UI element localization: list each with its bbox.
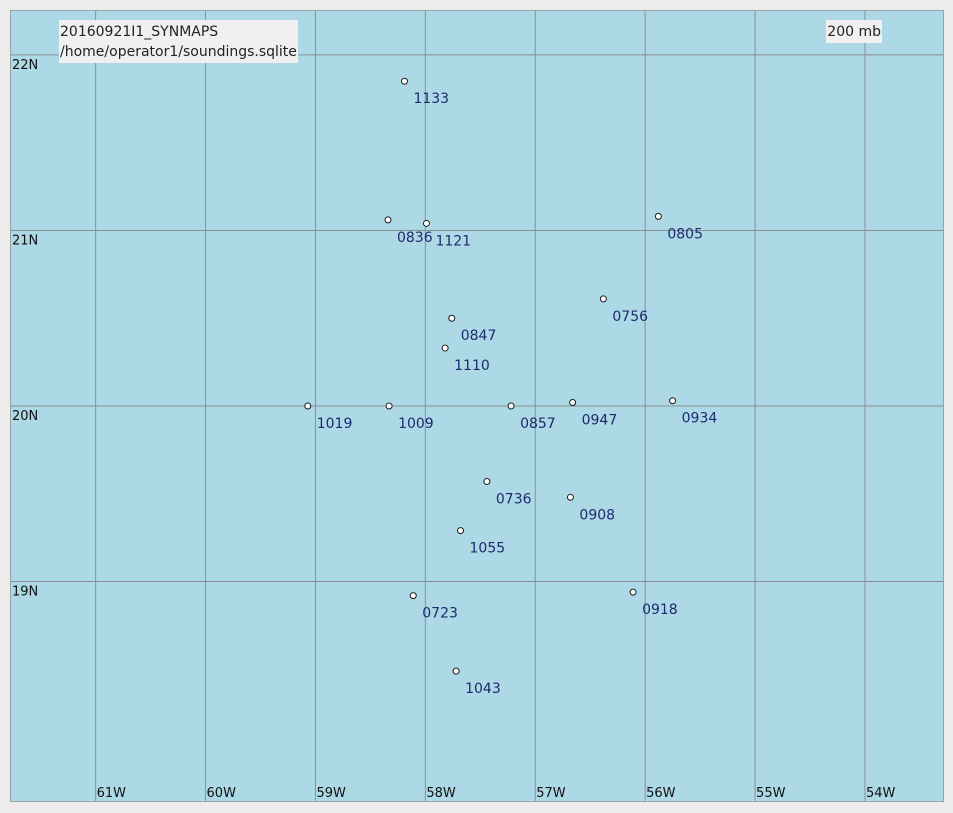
station-marker-0857[interactable]	[507, 402, 515, 410]
station-marker-1121[interactable]	[422, 219, 430, 227]
station-marker-0756[interactable]	[599, 295, 607, 303]
station-label-1055: 1055	[470, 541, 506, 557]
station-label-0723: 0723	[422, 606, 458, 622]
station-label-0847: 0847	[461, 328, 497, 344]
longitude-label: 57W	[536, 786, 566, 801]
station-label-0908: 0908	[579, 507, 615, 523]
station-marker-0723[interactable]	[409, 592, 417, 600]
longitude-label: 54W	[866, 786, 896, 801]
station-marker-1055[interactable]	[457, 527, 465, 535]
station-marker-0947[interactable]	[569, 398, 577, 406]
latitude-label: 22N	[12, 58, 38, 73]
station-marker-0805[interactable]	[654, 212, 662, 220]
station-label-1043: 1043	[465, 681, 501, 697]
station-marker-1019[interactable]	[304, 402, 312, 410]
station-label-1110: 1110	[454, 358, 490, 374]
pressure-level-label: 200 mb	[826, 20, 882, 43]
station-marker-1133[interactable]	[400, 77, 408, 85]
station-label-0756: 0756	[612, 309, 648, 325]
longitude-label: 55W	[756, 786, 786, 801]
longitude-label: 56W	[646, 786, 676, 801]
station-marker-0934[interactable]	[669, 397, 677, 405]
station-label-0934: 0934	[682, 411, 718, 427]
station-label-0947: 0947	[582, 412, 618, 428]
station-label-1121: 1121	[435, 233, 471, 249]
station-marker-1043[interactable]	[452, 667, 460, 675]
station-label-0805: 0805	[667, 226, 703, 242]
station-marker-1110[interactable]	[441, 344, 449, 352]
station-label-0857: 0857	[520, 416, 556, 432]
longitude-label: 61W	[97, 786, 127, 801]
station-label-1019: 1019	[317, 416, 353, 432]
station-marker-1009[interactable]	[385, 402, 393, 410]
mission-name: 20160921I1_SYNMAPS	[60, 24, 219, 40]
station-label-1133: 1133	[413, 91, 449, 107]
longitude-label: 60W	[207, 786, 237, 801]
longitude-label: 58W	[426, 786, 456, 801]
latitude-label: 21N	[12, 233, 38, 248]
station-label-0736: 0736	[496, 491, 532, 507]
station-layer[interactable]: 1133 0836 1121 0805 0756 0847 1110 1019 1009 0857…	[304, 77, 718, 697]
station-label-1009: 1009	[398, 416, 434, 432]
latitude-label: 19N	[12, 585, 38, 600]
station-label-0918: 0918	[642, 602, 678, 618]
station-marker-0836[interactable]	[384, 216, 392, 224]
station-marker-0736[interactable]	[483, 477, 491, 485]
station-marker-0908[interactable]	[566, 493, 574, 501]
station-marker-0847[interactable]	[448, 314, 456, 322]
station-label-0836: 0836	[397, 230, 433, 246]
station-marker-0918[interactable]	[629, 588, 637, 596]
longitude-label: 59W	[316, 786, 346, 801]
graticule-labels: 61W 60W 59W 58W 57W 56W 55W 54W 22N 21N 20N 19N	[12, 58, 896, 801]
map-plot[interactable]: 61W 60W 59W 58W 57W 56W 55W 54W 22N 21N 20N 19N 113…	[11, 11, 943, 801]
database-path: /home/operator1/soundings.sqlite	[60, 44, 297, 60]
mission-info-box: 20160921I1_SYNMAPS /home/operator1/sound…	[59, 20, 298, 63]
map-canvas[interactable]: 61W 60W 59W 58W 57W 56W 55W 54W 22N 21N 20N 19N 113…	[10, 10, 944, 802]
latitude-label: 20N	[12, 409, 38, 424]
